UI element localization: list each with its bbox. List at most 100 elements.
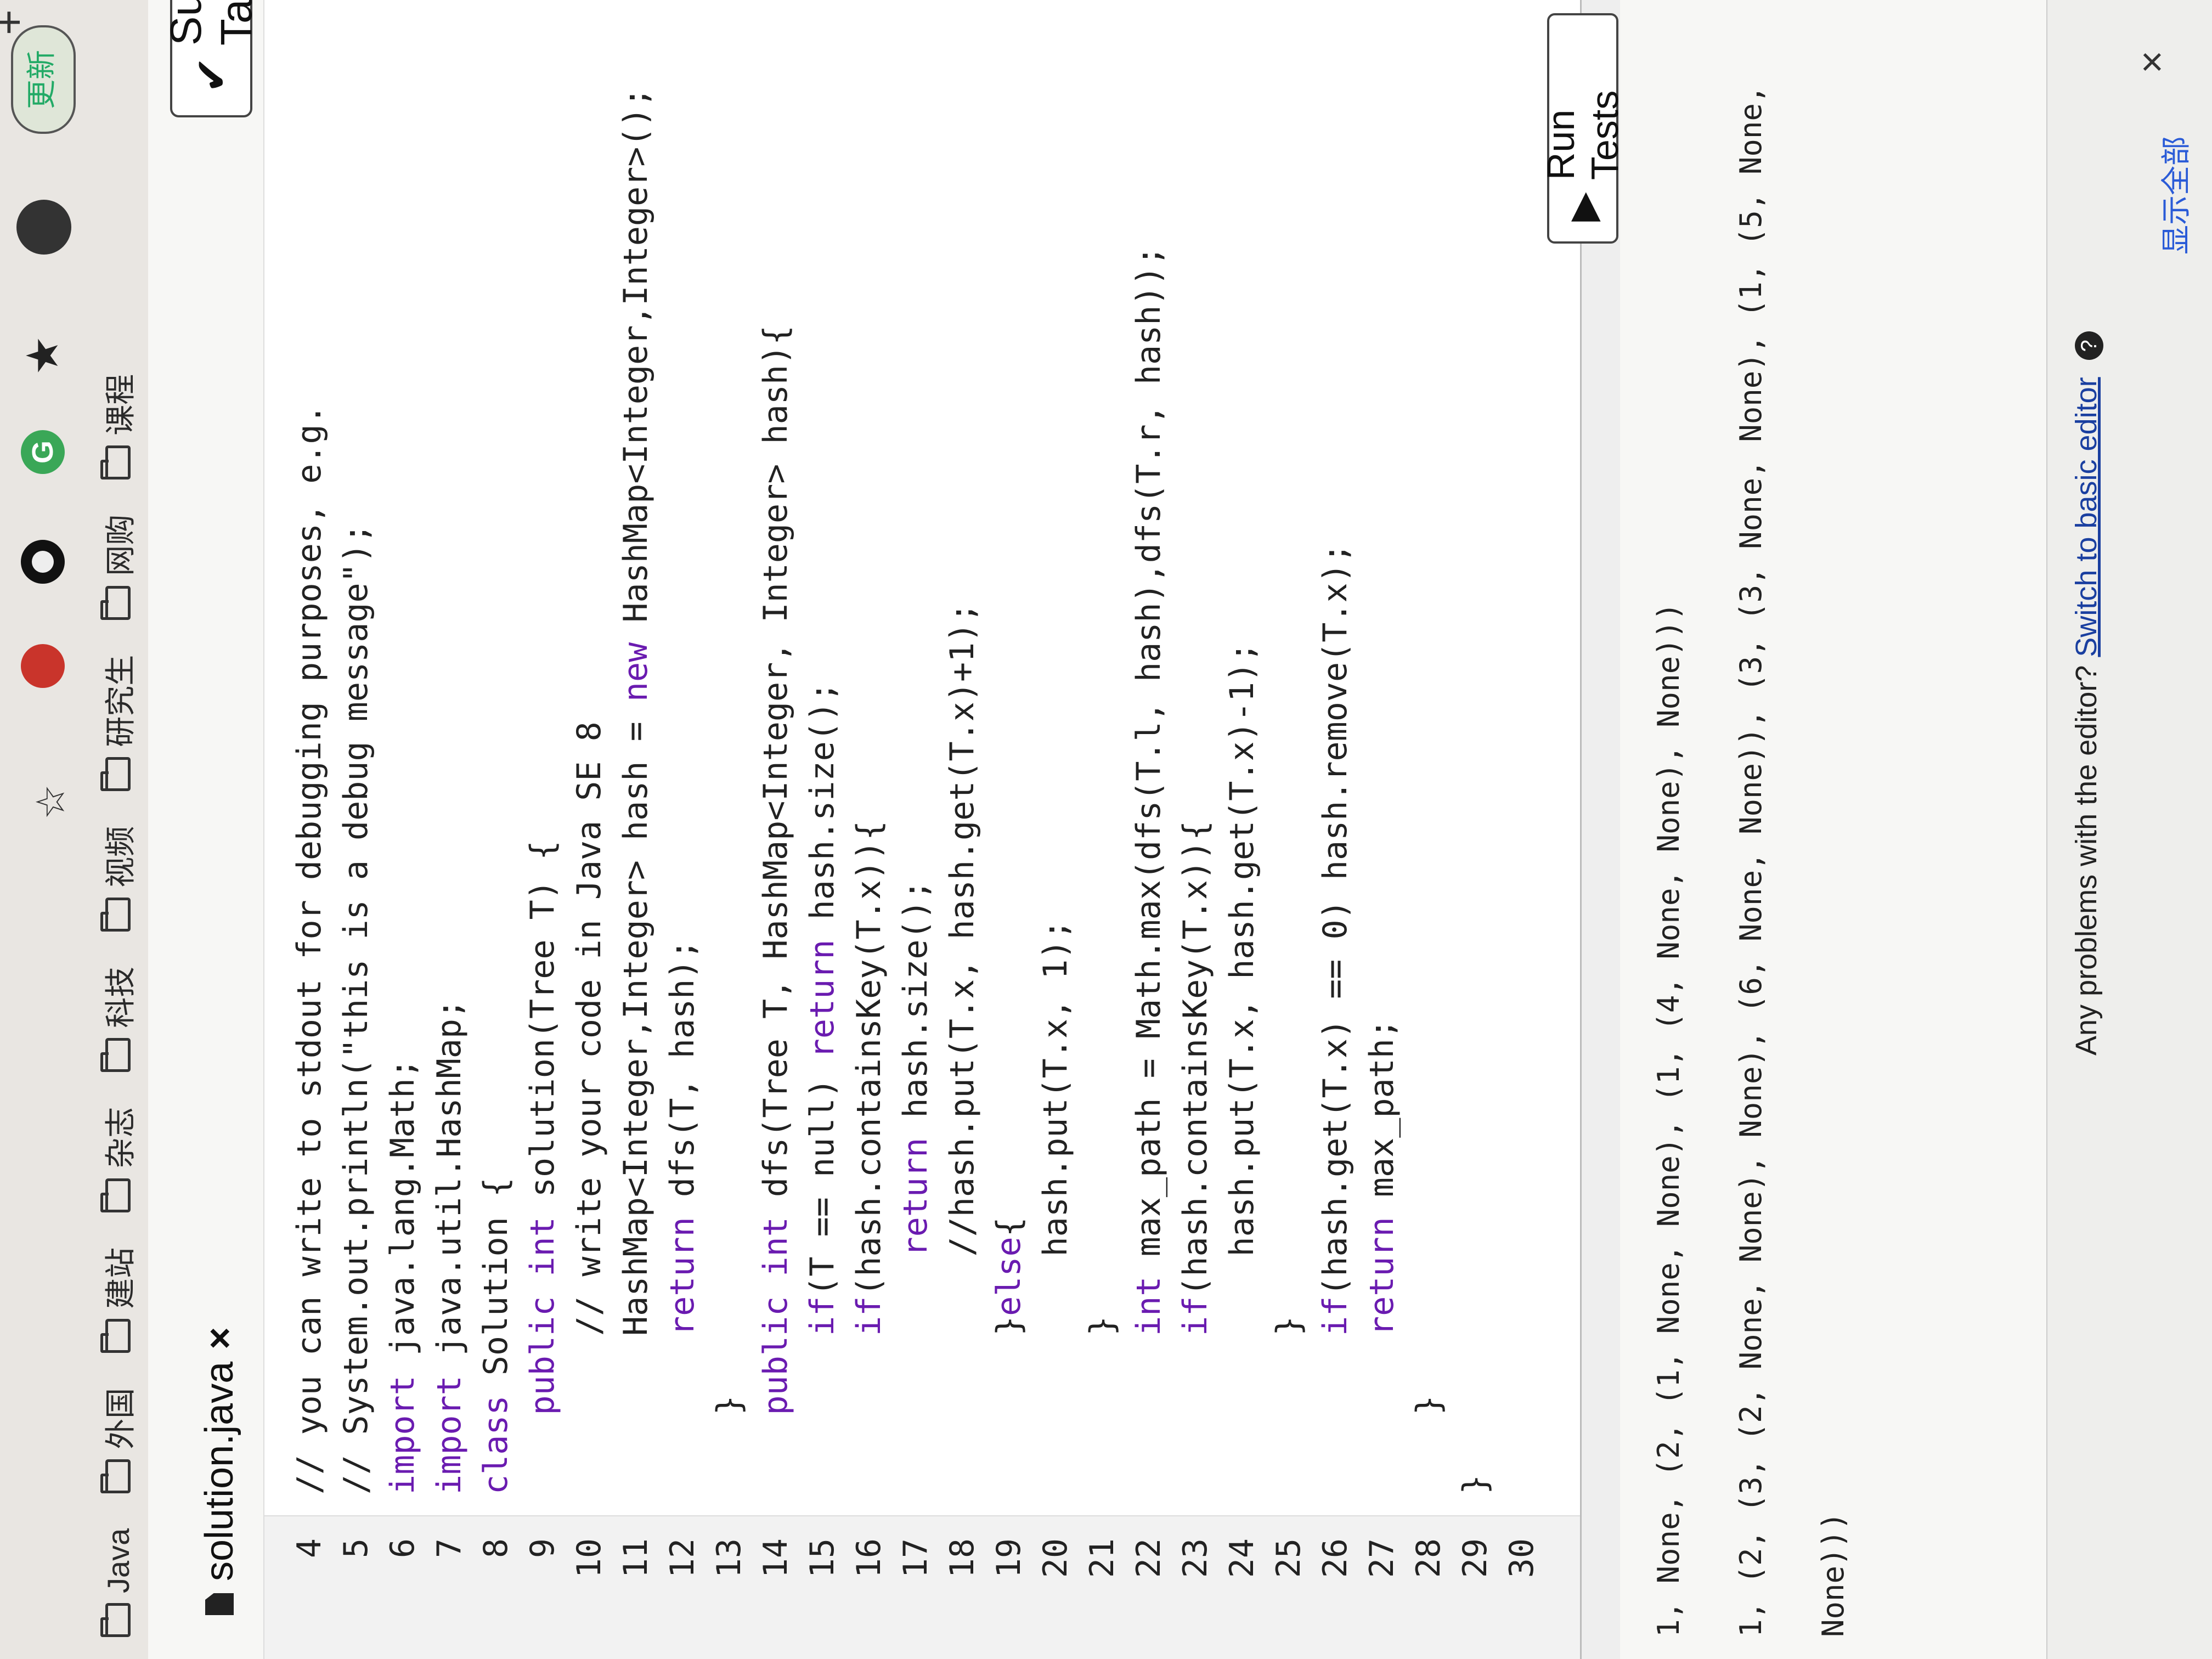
panel-resize-handle[interactable] — [1580, 0, 1620, 1659]
submit-label: Submit Tas — [161, 0, 261, 46]
code-text: // write your code in Java SE 8 — [570, 721, 608, 1494]
code-text: hash.put(T.x, hash.get(T.x)-1); — [1223, 642, 1261, 1494]
code-line: 8 class Solution { — [473, 0, 520, 1659]
help-icon[interactable]: ? — [2075, 331, 2103, 360]
folder-icon — [105, 1037, 131, 1072]
bookmark-label: 课程 — [103, 374, 138, 436]
avatar[interactable] — [16, 200, 71, 255]
run-tests-button[interactable]: ▶ Run Tests — [1539, 13, 1626, 244]
code-text: } — [1456, 1474, 1494, 1494]
bookmark-item[interactable]: 视频 — [96, 826, 140, 932]
bookmark-label: 杂志 — [103, 1107, 138, 1169]
line-number: 8 — [477, 1538, 515, 1559]
code-line: 22 int max_path = Math.max(dfs(T.l, hash… — [1126, 0, 1172, 1659]
bookmark-star-icon[interactable]: ☆ — [27, 784, 74, 820]
line-number: 22 — [1130, 1538, 1168, 1578]
line-number: 7 — [430, 1538, 469, 1559]
bookmark-item[interactable]: 研究生 — [96, 655, 140, 791]
line-number: 30 — [1503, 1538, 1541, 1578]
code-editor[interactable]: 4 // you can write to stdout for debuggin… — [263, 0, 1581, 1659]
file-tab-label: solution.java — [198, 1361, 241, 1581]
line-number: 26 — [1316, 1538, 1355, 1578]
code-line: 13 } — [706, 0, 753, 1659]
test-case-line: None))) — [1816, 1512, 1850, 1637]
line-number: 15 — [803, 1538, 842, 1578]
code-text: } — [1083, 1316, 1121, 1494]
show-all-link[interactable]: 显示全部 — [2152, 136, 2195, 255]
code-line: 27 return max_path; — [1359, 0, 1406, 1659]
line-number: 16 — [850, 1538, 888, 1578]
line-number: 17 — [896, 1538, 935, 1578]
code-line: 25 } — [1266, 0, 1312, 1659]
bookmark-item[interactable]: 外国 — [96, 1388, 140, 1493]
line-number: 19 — [990, 1538, 1028, 1578]
line-number: 18 — [943, 1538, 981, 1578]
star-extension-icon[interactable]: ★ — [18, 331, 67, 375]
code-line: 15 if(T == null) return hash.size(); — [799, 0, 846, 1659]
line-number: 25 — [1269, 1538, 1308, 1578]
line-number: 5 — [337, 1538, 375, 1559]
code-lines: 4 // you can write to stdout for debuggin… — [286, 0, 1545, 1659]
code-line: 10 // write your code in Java SE 8 — [566, 0, 613, 1659]
folder-icon — [105, 1459, 131, 1493]
file-tab[interactable]: solution.java × — [187, 1327, 252, 1615]
test-case-line: 1, (2, (3, (2, None, None), None), (6, N… — [1734, 85, 1768, 1637]
line-number: 28 — [1409, 1538, 1448, 1578]
submit-task-button[interactable]: ✔ Submit Tas — [161, 0, 261, 117]
bookmark-label: 外国 — [103, 1387, 138, 1449]
bookmark-item[interactable]: 建站 — [96, 1248, 140, 1353]
circle-extension-icon[interactable] — [21, 540, 65, 584]
code-text: } — [710, 1395, 748, 1494]
code-line: 5 // System.out.println("this is a debug … — [333, 0, 380, 1659]
grammarly-extension-icon[interactable]: G — [21, 430, 65, 474]
code-text: if(T == null) return hash.size(); — [803, 681, 842, 1336]
line-number: 21 — [1083, 1538, 1121, 1578]
line-number: 29 — [1456, 1538, 1494, 1578]
code-line: 14 public int dfs(Tree T, HashMap<Intege… — [753, 0, 799, 1659]
line-number: 10 — [570, 1538, 608, 1578]
code-line: 6 import java.lang.Math; — [380, 0, 426, 1659]
code-text: public int dfs(Tree T, HashMap<Integer, … — [757, 325, 795, 1415]
folder-icon — [105, 1603, 131, 1637]
code-text: } — [1269, 1316, 1308, 1494]
code-line: 12 return dfs(T, hash); — [659, 0, 706, 1659]
line-number: 27 — [1363, 1538, 1401, 1578]
folder-icon — [105, 445, 131, 479]
file-icon — [205, 1593, 234, 1615]
code-line: 23 if(hash.containsKey(T.x)){ — [1172, 0, 1219, 1659]
bookmark-label: 科技 — [103, 966, 138, 1028]
code-line: 4 // you can write to stdout for debuggin… — [286, 0, 333, 1659]
close-tab-icon[interactable]: × — [198, 1327, 241, 1350]
code-text: if(hash.containsKey(T.x)){ — [850, 820, 888, 1336]
line-number: 24 — [1223, 1538, 1261, 1578]
bookmark-item[interactable]: 科技 — [96, 967, 140, 1072]
bookmark-item[interactable]: 网购 — [96, 515, 140, 620]
code-line: 29} — [1452, 0, 1499, 1659]
update-button[interactable]: 更新 — [11, 25, 76, 134]
bookmark-label: Java — [100, 1528, 136, 1593]
new-tab-icon[interactable]: + — [0, 9, 34, 35]
line-number: 23 — [1176, 1538, 1215, 1578]
line-number: 6 — [383, 1538, 422, 1559]
code-text: public int solution(Tree T) { — [523, 840, 562, 1415]
bookmark-item[interactable]: 课程 — [96, 374, 140, 479]
code-text: if(hash.containsKey(T.x)){ — [1176, 820, 1215, 1336]
code-line: 28 } — [1406, 0, 1452, 1659]
run-tests-label: Run Tests — [1539, 90, 1626, 180]
line-number: 14 — [757, 1538, 795, 1578]
code-text: HashMap<Integer,Integer> hash = new Hash… — [617, 87, 655, 1494]
folder-icon — [105, 1178, 131, 1212]
switch-basic-editor-link[interactable]: Switch to basic editor — [2070, 377, 2103, 657]
test-cases-panel[interactable]: 1, None, (2, (1, None, None), (1, (4, No… — [1629, 0, 2013, 1659]
screen: ☆ G ★ 更新 + Java 外国 建站 杂志 科技 视频 研究生 网购 课程 solutio… — [0, 0, 2212, 1659]
close-icon[interactable]: × — [2130, 50, 2175, 74]
code-line: 21 } — [1079, 0, 1126, 1659]
line-number: 11 — [617, 1538, 655, 1578]
bookmark-item[interactable]: Java — [100, 1528, 136, 1637]
bookmark-item[interactable]: 杂志 — [96, 1107, 140, 1212]
adblock-extension-icon[interactable] — [21, 644, 65, 688]
code-text: import java.lang.Math; — [383, 1058, 422, 1494]
folder-icon — [105, 897, 131, 932]
photo-stage: ☆ G ★ 更新 + Java 外国 建站 杂志 科技 视频 研究生 网购 课程 solutio… — [0, 0, 2212, 1659]
code-text: if(hash.get(T.x) == 0) hash.remove(T.x); — [1316, 543, 1355, 1336]
